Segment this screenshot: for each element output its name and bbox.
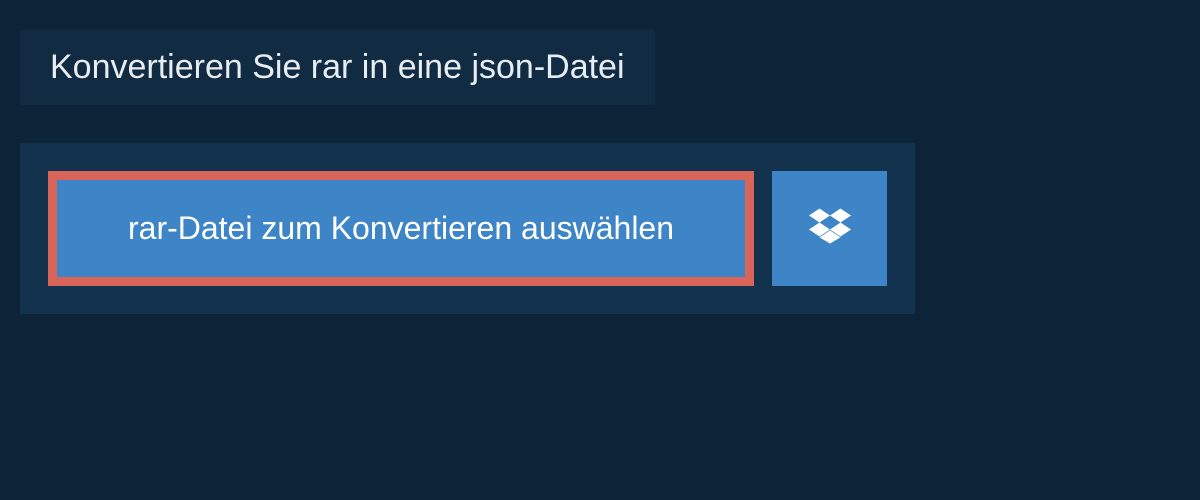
- dropbox-icon: [809, 205, 851, 252]
- dropbox-button[interactable]: [772, 171, 887, 286]
- page-title: Konvertieren Sie rar in eine json-Datei: [50, 48, 625, 87]
- upload-panel: rar-Datei zum Konvertieren auswählen: [20, 143, 915, 314]
- select-file-button[interactable]: rar-Datei zum Konvertieren auswählen: [48, 171, 754, 286]
- select-file-label: rar-Datei zum Konvertieren auswählen: [128, 210, 674, 247]
- header-bar: Konvertieren Sie rar in eine json-Datei: [20, 30, 655, 105]
